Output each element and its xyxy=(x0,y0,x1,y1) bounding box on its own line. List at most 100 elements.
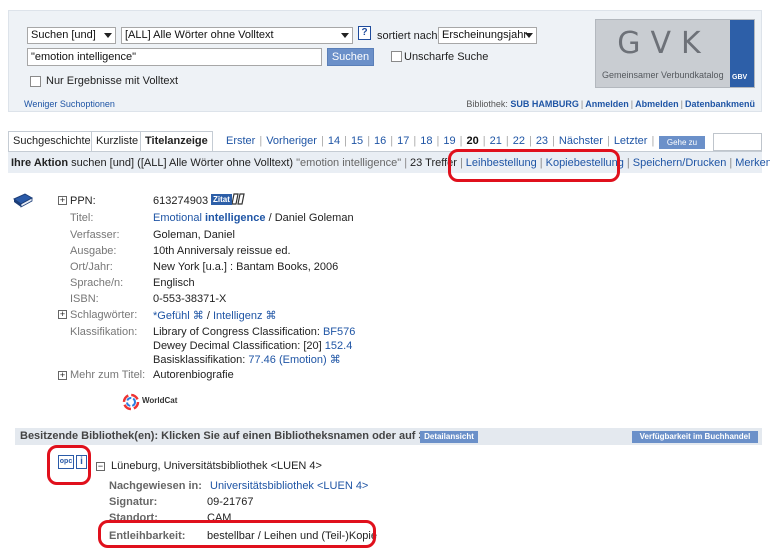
search-field-value: [ALL] Alle Wörter ohne Volltext xyxy=(125,29,274,41)
zitat-badge[interactable]: Zitat xyxy=(211,194,232,205)
pager-page[interactable]: 14 xyxy=(328,135,340,147)
sort-label: sortiert nach xyxy=(377,30,438,42)
basis-link[interactable]: 77.46 (Emotion) xyxy=(248,354,326,366)
fuzzy-search-checkbox[interactable] xyxy=(391,51,402,62)
proven-in-link[interactable]: Universitätsbibliothek <LUEN 4> xyxy=(210,480,368,492)
search-mode-select[interactable]: Suchen [und] xyxy=(27,27,116,44)
bookstore-availability-button[interactable]: Verfügbarkeit im Buchhandel xyxy=(632,431,758,443)
result-pager: Erster | Vorheriger | 14 | 15 | 16 | 17 | 18 | 19 | 20 | 2… xyxy=(226,135,658,147)
pager-page[interactable]: 21 xyxy=(490,135,502,147)
pager-page[interactable]: 18 xyxy=(420,135,432,147)
title-link-highlight[interactable]: intelligence xyxy=(205,212,266,224)
separator: | xyxy=(729,157,733,169)
tab-search-history[interactable]: Suchgeschichte xyxy=(8,131,96,151)
keywords-label: Schlagwörter: xyxy=(70,309,138,321)
pager-page[interactable]: 16 xyxy=(374,135,386,147)
expand-plus-icon[interactable]: + xyxy=(58,196,67,205)
separator: | xyxy=(459,135,463,147)
lc-link[interactable]: BF576 xyxy=(323,326,355,338)
chevron-down-icon xyxy=(525,33,533,38)
separator: | xyxy=(626,157,630,169)
proven-in-label: Nachgewiesen in: xyxy=(109,480,202,492)
fulltext-only-label: Nur Ergebnisse mit Volltext xyxy=(46,75,179,87)
separator: | xyxy=(651,135,655,147)
library-link[interactable]: SUB HAMBURG xyxy=(510,99,579,109)
pager-page[interactable]: 17 xyxy=(397,135,409,147)
pager-page[interactable]: 19 xyxy=(443,135,455,147)
expand-plus-icon[interactable]: + xyxy=(58,371,67,380)
header-links: Bibliothek: SUB HAMBURG | Anmelden | Abmelde… xyxy=(466,99,755,109)
pager-page[interactable]: 15 xyxy=(351,135,363,147)
command-icon[interactable]: ⌘ xyxy=(330,354,341,366)
action-title: Ihre Aktion xyxy=(11,157,69,169)
expand-plus-icon[interactable]: + xyxy=(58,310,67,319)
pager-first[interactable]: Erster xyxy=(226,135,255,147)
fewer-options-link[interactable]: Weniger Suchoptionen xyxy=(24,99,115,109)
pager-next[interactable]: Nächster xyxy=(559,135,603,147)
fulltext-only-checkbox[interactable] xyxy=(30,76,41,87)
tab-title-display[interactable]: Titelanzeige xyxy=(140,131,213,151)
command-icon[interactable]: ⌘ xyxy=(193,310,204,322)
gbv-badge: GBV xyxy=(730,20,754,87)
separator: | xyxy=(259,135,263,147)
separator: | xyxy=(367,135,371,147)
place-year-label: Ort/Jahr: xyxy=(70,261,113,273)
pager-page[interactable]: 23 xyxy=(536,135,548,147)
pager-page[interactable]: 22 xyxy=(513,135,525,147)
pager-previous[interactable]: Vorheriger xyxy=(266,135,317,147)
loan-order-link[interactable]: Leihbestellung xyxy=(466,157,537,169)
remember-link[interactable]: Merken xyxy=(735,157,770,169)
separator: | xyxy=(580,99,584,109)
language-label: Sprache/n: xyxy=(70,277,124,289)
logo-subtitle: Gemeinsamer Verbundkatalog xyxy=(602,70,724,80)
goto-button[interactable]: Gehe zu xyxy=(659,136,705,149)
holdings-bar: Besitzende Bibliothek(en): Klicken Sie a… xyxy=(15,428,762,445)
collapse-minus-icon[interactable]: − xyxy=(96,462,105,471)
help-icon[interactable]: ? xyxy=(358,26,371,40)
sort-select[interactable]: Erscheinungsjahr xyxy=(438,27,537,44)
lendability-value: bestellbar / Leihen und (Teil-)Kopie xyxy=(207,530,377,542)
signature-label: Signatur: xyxy=(109,496,158,508)
separator: | xyxy=(680,99,683,109)
quote-icon[interactable] xyxy=(232,192,248,206)
separator: | xyxy=(482,135,486,147)
signature-value: 09-21767 xyxy=(207,496,254,508)
logout-link[interactable]: Abmelden xyxy=(635,99,679,109)
chevron-down-icon xyxy=(341,33,349,38)
login-link[interactable]: Anmelden xyxy=(585,99,629,109)
basis-text: Basisklassifikation: xyxy=(153,354,246,366)
search-input[interactable]: "emotion intelligence" xyxy=(27,48,322,66)
goto-input[interactable] xyxy=(713,133,762,151)
library-name[interactable]: Lüneburg, Universitätsbibliothek <LUEN 4… xyxy=(111,460,322,472)
holdings-heading: Besitzende Bibliothek(en): Klicken Sie a… xyxy=(20,430,425,442)
opac-icon[interactable]: opc xyxy=(58,455,74,469)
search-button[interactable]: Suchen xyxy=(327,48,374,66)
gvk-logo[interactable]: GVK Gemeinsamer Verbundkatalog GBV xyxy=(595,19,755,88)
save-print-link[interactable]: Speichern/Drucken xyxy=(633,157,727,169)
search-mode-value: Suchen [und] xyxy=(31,29,96,41)
ddc-link[interactable]: 152.4 xyxy=(325,340,353,352)
detail-view-button[interactable]: Detailansicht xyxy=(420,431,478,443)
author-label: Verfasser: xyxy=(70,229,120,241)
separator: | xyxy=(505,135,509,147)
search-field-select[interactable]: [ALL] Alle Wörter ohne Volltext xyxy=(121,27,353,44)
keyword-link[interactable]: Intelligenz xyxy=(213,310,263,322)
lendability-label: Entleihbarkeit: xyxy=(109,530,186,542)
database-menu-link[interactable]: Datenbankmenü xyxy=(685,99,755,109)
pager-last[interactable]: Letzter xyxy=(614,135,648,147)
sort-value: Erscheinungsjahr xyxy=(442,29,527,41)
info-icon[interactable]: i xyxy=(76,455,87,469)
classification-basis: Basisklassifikation: 77.46 (Emotion) ⌘ xyxy=(153,353,341,366)
title-link-start[interactable]: Emotional xyxy=(153,212,202,224)
copy-order-link[interactable]: Kopiebestellung xyxy=(546,157,624,169)
author-biography-link[interactable]: Autorenbiografie xyxy=(153,369,234,381)
fuzzy-search-label: Unscharfe Suche xyxy=(404,51,489,63)
separator: | xyxy=(539,157,543,169)
keyword-link[interactable]: *Gefühl xyxy=(153,310,190,322)
command-icon[interactable]: ⌘ xyxy=(266,310,277,322)
author-link[interactable]: Goleman, Daniel xyxy=(153,229,235,241)
worldcat-icon xyxy=(122,393,140,411)
title-value: Emotional intelligence / Daniel Goleman xyxy=(153,212,354,224)
hit-count: 23 Treffer xyxy=(410,157,457,169)
tab-short-list[interactable]: Kurzliste xyxy=(91,131,144,151)
